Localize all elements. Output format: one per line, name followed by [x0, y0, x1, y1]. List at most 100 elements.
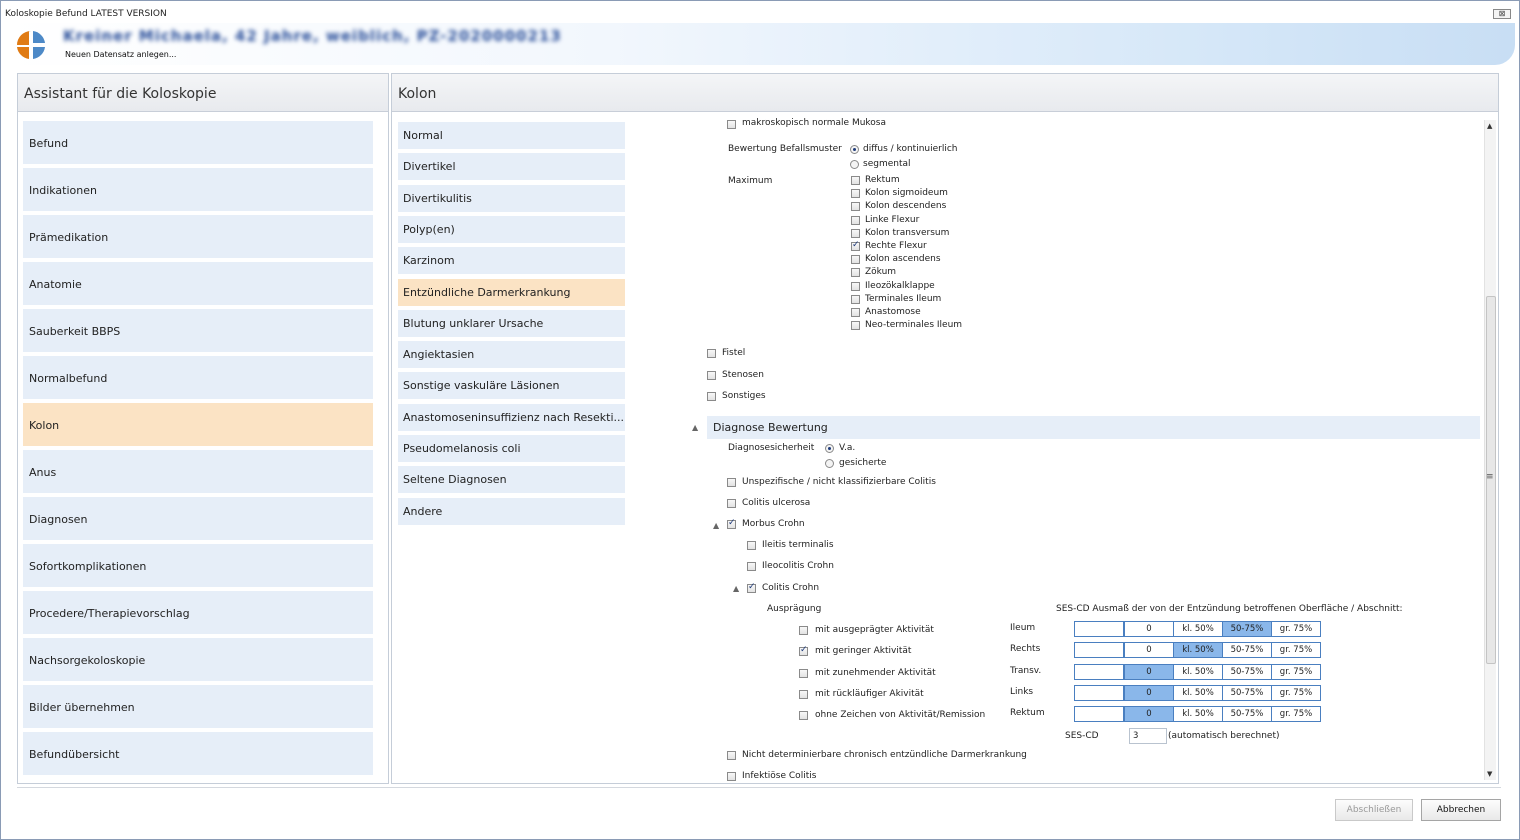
- subnav-item-pseudomelanosis-coli[interactable]: Pseudomelanosis coli: [398, 435, 625, 462]
- maximum-checkbox-kolon-sigmoideum[interactable]: [851, 189, 860, 199]
- ses-option-kl-50[interactable]: kl. 50%: [1173, 684, 1223, 701]
- ses-blank-cell[interactable]: [1074, 663, 1124, 680]
- ses-option-50-75[interactable]: 50-75%: [1222, 663, 1272, 680]
- ses-option-kl-50[interactable]: kl. 50%: [1173, 642, 1223, 659]
- subnav-item-divertikel[interactable]: Divertikel: [398, 153, 625, 181]
- ses-option-50-75[interactable]: 50-75%: [1222, 684, 1272, 701]
- ses-segment-label: Transv.: [1010, 665, 1042, 676]
- ses-option-gr-75[interactable]: gr. 75%: [1271, 706, 1321, 723]
- ses-value-cell[interactable]: 0: [1124, 706, 1174, 723]
- ses-blank-cell[interactable]: [1074, 642, 1124, 659]
- collapse-colitis-crohn-icon[interactable]: ▲: [733, 584, 739, 593]
- auspraegung-checkbox-4[interactable]: [799, 711, 808, 721]
- ses-value-cell[interactable]: 0: [1124, 621, 1174, 637]
- maximum-checkbox-z-kum[interactable]: [851, 268, 860, 278]
- nav-item-anus[interactable]: Anus: [23, 450, 373, 493]
- auspraegung-checkbox-3[interactable]: [799, 689, 808, 699]
- ses-blank-cell[interactable]: [1074, 684, 1124, 701]
- diagnose-section-header[interactable]: Diagnose Bewertung: [707, 416, 1480, 439]
- ses-option-gr-75[interactable]: gr. 75%: [1271, 621, 1321, 637]
- diagnosesicherheit-label: Diagnosesicherheit: [728, 443, 815, 453]
- subnav-item-divertikulitis[interactable]: Divertikulitis: [398, 184, 625, 212]
- nav-item-sauberkeit-bbps[interactable]: Sauberkeit BBPS: [23, 309, 373, 352]
- close-icon[interactable]: ⊠: [1493, 9, 1511, 19]
- ses-option-kl-50[interactable]: kl. 50%: [1173, 621, 1223, 637]
- maximum-checkbox-linke-flexur[interactable]: [851, 215, 860, 225]
- mucosa-checkbox[interactable]: [727, 120, 736, 129]
- auspraegung-checkbox-0[interactable]: [799, 626, 808, 635]
- nav-item-diagnosen[interactable]: Diagnosen: [23, 497, 373, 540]
- ses-value-cell[interactable]: 0: [1124, 642, 1174, 659]
- nicht-determinierbar-checkbox[interactable]: [727, 751, 736, 760]
- ses-option-gr-75[interactable]: gr. 75%: [1271, 642, 1321, 659]
- colitis-crohn-checkbox[interactable]: [747, 582, 756, 593]
- stenosen-checkbox[interactable]: [707, 370, 716, 380]
- subnav-item-entz-ndliche-darmerkrankung[interactable]: Entzündliche Darmerkrankung: [398, 278, 625, 306]
- maximum-checkbox-neo-terminales-ileum[interactable]: [851, 321, 860, 331]
- diagnosesicherheit-radio-1[interactable]: [825, 459, 834, 468]
- morbus-crohn-checkbox[interactable]: [727, 518, 736, 529]
- nav-item-normalbefund[interactable]: Normalbefund: [23, 356, 373, 399]
- unspezifische-colitis-checkbox[interactable]: [727, 478, 736, 487]
- form-scrollbar[interactable]: ▲ ≡ ▼: [1484, 120, 1496, 780]
- maximum-checkbox-terminales-ileum[interactable]: [851, 294, 860, 304]
- ileitis-terminalis-checkbox[interactable]: [747, 541, 756, 550]
- ses-value-cell[interactable]: 0: [1124, 663, 1174, 680]
- befallsmuster-radio-1[interactable]: [850, 160, 859, 169]
- scroll-down-icon[interactable]: ▼: [1487, 770, 1492, 778]
- nav-item-befund[interactable]: Befund: [23, 121, 373, 164]
- ses-cd-total-label: SES-CD: [1065, 731, 1099, 741]
- infektioese-colitis-checkbox[interactable]: [727, 772, 736, 781]
- ses-option-kl-50[interactable]: kl. 50%: [1173, 706, 1223, 723]
- subnav-item-sonstige-vaskul-re-l-sionen[interactable]: Sonstige vaskuläre Läsionen: [398, 372, 625, 400]
- auspraegung-checkbox-1[interactable]: [799, 645, 808, 657]
- nav-item-pr-medikation[interactable]: Prämedikation: [23, 215, 373, 258]
- ses-option-gr-75[interactable]: gr. 75%: [1271, 684, 1321, 701]
- cancel-button[interactable]: Abbrechen: [1421, 799, 1501, 821]
- diagnosesicherheit-radio-0[interactable]: [825, 444, 834, 453]
- subnav-item-angiektasien[interactable]: Angiektasien: [398, 341, 625, 369]
- nav-item-anatomie[interactable]: Anatomie: [23, 262, 373, 305]
- ses-option-kl-50[interactable]: kl. 50%: [1173, 663, 1223, 680]
- ses-blank-cell[interactable]: [1074, 621, 1124, 637]
- maximum-checkbox-kolon-ascendens[interactable]: [851, 255, 860, 265]
- subnav-item-polyp-en[interactable]: Polyp(en): [398, 215, 625, 243]
- ses-option-50-75[interactable]: 50-75%: [1222, 706, 1272, 723]
- maximum-checkbox-kolon-descendens[interactable]: [851, 202, 860, 212]
- maximum-checkbox-anastomose[interactable]: [851, 308, 860, 317]
- sonstiges-checkbox[interactable]: [707, 392, 716, 401]
- auspraegung-checkbox-2[interactable]: [799, 668, 808, 678]
- fistel-checkbox[interactable]: [707, 349, 716, 358]
- nav-item-indikationen[interactable]: Indikationen: [23, 168, 373, 211]
- collapse-crohn-icon[interactable]: ▲: [713, 521, 719, 530]
- collapse-diagnose-icon[interactable]: ▲: [692, 423, 698, 432]
- ses-option-50-75[interactable]: 50-75%: [1222, 621, 1272, 637]
- subnav-item-normal[interactable]: Normal: [398, 122, 625, 149]
- nav-item-sofortkomplikationen[interactable]: Sofortkomplikationen: [23, 544, 373, 587]
- nav-item-procedere-therapievorschlag[interactable]: Procedere/Therapievorschlag: [23, 591, 373, 634]
- maximum-checkbox-ileoz-kalklappe[interactable]: [851, 281, 860, 291]
- nav-item-kolon[interactable]: Kolon: [23, 403, 373, 446]
- colitis-ulcerosa-checkbox[interactable]: [727, 499, 736, 508]
- subnav-item-karzinom[interactable]: Karzinom: [398, 247, 625, 275]
- maximum-checkbox-rektum[interactable]: [851, 176, 860, 185]
- ses-blank-cell[interactable]: [1074, 706, 1124, 723]
- ses-option-50-75[interactable]: 50-75%: [1222, 642, 1272, 659]
- ses-value-cell[interactable]: 0: [1124, 684, 1174, 701]
- subnav-item-seltene-diagnosen[interactable]: Seltene Diagnosen: [398, 466, 625, 494]
- ses-cd-total-field[interactable]: 3: [1129, 728, 1167, 744]
- maximum-checkbox-rechte-flexur[interactable]: [851, 240, 860, 251]
- finish-button[interactable]: Abschließen: [1335, 799, 1413, 821]
- colitis-ulcerosa-label: Colitis ulcerosa: [742, 498, 811, 508]
- scroll-up-icon[interactable]: ▲: [1487, 122, 1492, 130]
- ses-option-gr-75[interactable]: gr. 75%: [1271, 663, 1321, 680]
- subnav-item-anastomoseninsuffizienz-nach-resekti[interactable]: Anastomoseninsuffizienz nach Resekti...: [398, 403, 625, 431]
- nav-item-befund-bersicht[interactable]: Befundübersicht: [23, 732, 373, 775]
- befallsmuster-radio-0[interactable]: [850, 145, 859, 154]
- maximum-checkbox-kolon-transversum[interactable]: [851, 228, 860, 238]
- nav-item-nachsorgekoloskopie[interactable]: Nachsorgekoloskopie: [23, 638, 373, 681]
- ileocolitis-crohn-checkbox[interactable]: [747, 562, 756, 571]
- nav-item-bilder-bernehmen[interactable]: Bilder übernehmen: [23, 685, 373, 728]
- subnav-item-andere[interactable]: Andere: [398, 497, 625, 525]
- subnav-item-blutung-unklarer-ursache[interactable]: Blutung unklarer Ursache: [398, 309, 625, 337]
